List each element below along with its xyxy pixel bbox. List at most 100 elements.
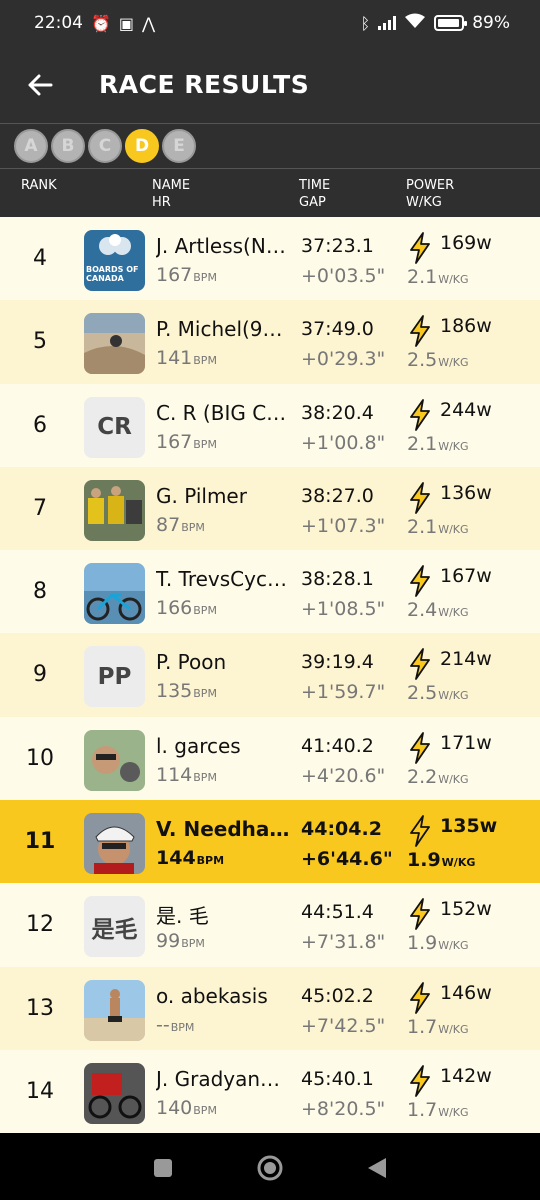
result-row[interactable]: 8 T. TrevsCyc… 166BPM 38:28.1 +1'08.5" 1…: [0, 550, 540, 634]
wkg-unit: W/KG: [438, 1022, 469, 1036]
category-e-chip[interactable]: E: [162, 129, 196, 163]
result-row-current-user[interactable]: 11 V. Needha… 144BPM 44:04.2 +6'44.6" 13…: [0, 800, 540, 884]
rank-number: 12: [26, 912, 54, 938]
back-button[interactable]: [0, 46, 80, 123]
time-gap: +1'07.3": [301, 514, 386, 537]
power-to-weight: 2.5W/KG: [407, 682, 469, 704]
heart-rate-value: 99: [156, 930, 181, 953]
time-header[interactable]: TIME GAP: [299, 177, 330, 211]
avatar-initials-badge[interactable]: 是毛: [84, 896, 145, 958]
rank-number: 14: [26, 1078, 54, 1104]
dirt-track-photo[interactable]: [84, 313, 145, 375]
rider-name[interactable]: 是. 毛: [156, 900, 292, 929]
avg-power: 169w: [440, 232, 492, 254]
wkg-value: 1.7: [407, 1015, 438, 1038]
result-row[interactable]: 4 BOARDS OF CANADA J. Artless(N… 167BPM …: [0, 217, 540, 301]
triangle-back-icon: [367, 1157, 386, 1178]
avatar-initials-badge[interactable]: PP: [84, 646, 145, 708]
time-gap: +7'42.5": [301, 1014, 386, 1037]
heart-rate: --BPM: [156, 1014, 194, 1036]
results-list[interactable]: 4 BOARDS OF CANADA J. Artless(N… 167BPM …: [0, 217, 540, 1135]
rank-number: 5: [33, 329, 47, 355]
power-to-weight: 1.9W/KG: [407, 849, 475, 871]
rank-header[interactable]: RANK: [21, 177, 57, 194]
category-c-chip[interactable]: C: [88, 129, 122, 163]
heart-rate: 167BPM: [156, 431, 217, 453]
rider-name[interactable]: P. Michel(9…: [156, 317, 292, 341]
heart-rate-value: 135: [156, 680, 193, 703]
result-row[interactable]: 9 PP P. Poon 135BPM 39:19.4 +1'59.7" 214…: [0, 633, 540, 717]
lightning-bolt-icon: [407, 315, 433, 348]
beach-photo[interactable]: [84, 979, 145, 1041]
wkg-value: 2.5: [407, 349, 438, 372]
category-b-chip[interactable]: B: [51, 129, 85, 163]
rider-name[interactable]: J. Gradyan…: [156, 1067, 292, 1091]
result-row[interactable]: 12 是毛 是. 毛 99BPM 44:51.4 +7'31.8" 152w 1…: [0, 883, 540, 967]
rider-name[interactable]: J. Artless(N…: [156, 234, 292, 258]
category-a-chip[interactable]: A: [14, 129, 48, 163]
bpm-unit: BPM: [193, 770, 217, 784]
result-row[interactable]: 5 P. Michel(9… 141BPM 37:49.0 +0'29.3" 1…: [0, 300, 540, 384]
time-gap: +1'08.5": [301, 598, 386, 621]
power-to-weight: 1.7W/KG: [407, 1016, 469, 1038]
rider-name[interactable]: o. abekasis: [156, 984, 292, 1008]
heart-rate-value: 114: [156, 763, 193, 786]
lightning-bolt-icon: [407, 565, 433, 598]
result-row[interactable]: 14 J. Gradyan… 140BPM 45:40.1 +8'20.5" 1…: [0, 1049, 540, 1134]
bpm-unit: BPM: [181, 520, 205, 534]
result-row[interactable]: 6 CR C. R (BIG C… 167BPM 38:20.4 +1'00.8…: [0, 383, 540, 467]
power-to-weight: 2.1W/KG: [407, 433, 469, 455]
bpm-unit: BPM: [193, 271, 217, 284]
heart-rate: 87BPM: [156, 514, 205, 536]
name-header[interactable]: NAME HR: [152, 177, 190, 211]
selfie-photo[interactable]: [84, 729, 145, 791]
lightning-bolt-icon: [407, 648, 433, 681]
heart-rate: 135BPM: [156, 680, 217, 702]
rider-name[interactable]: T. TrevsCyc…: [156, 567, 292, 591]
wkg-unit: W/KG: [438, 772, 469, 786]
home-button[interactable]: [250, 1148, 290, 1188]
rank-number: 6: [33, 412, 47, 438]
power-to-weight: 2.2W/KG: [407, 766, 469, 788]
lightning-bolt-icon: [407, 398, 433, 431]
wkg-unit: W/KG: [438, 356, 469, 370]
boards-of-canada-photo[interactable]: BOARDS OF CANADA: [84, 230, 145, 291]
rider-name[interactable]: l. garces: [156, 734, 292, 758]
back-nav-button[interactable]: [357, 1148, 397, 1188]
cyclists-group-photo[interactable]: [84, 479, 145, 541]
cycling-red-photo[interactable]: [84, 1062, 145, 1124]
heart-rate: 114BPM: [156, 764, 217, 786]
wkg-unit: W/KG: [438, 522, 469, 536]
power-header[interactable]: POWER W/KG: [406, 177, 454, 211]
bpm-unit: BPM: [193, 604, 217, 618]
helmet-selfie-photo[interactable]: [84, 813, 145, 875]
result-row[interactable]: 13 o. abekasis --BPM 45:02.2 +7'42.5" 14…: [0, 966, 540, 1050]
rider-name[interactable]: G. Pilmer: [156, 484, 292, 508]
notification-icon: ▣: [118, 13, 135, 33]
avg-power: 214w: [440, 648, 492, 671]
time-gap: +7'31.8": [301, 931, 386, 954]
lightning-bolt-icon: [407, 731, 433, 764]
lightning-bolt-icon: [407, 481, 433, 514]
result-row[interactable]: 7 G. Pilmer 87BPM 38:27.0 +1'07.3" 136w …: [0, 466, 540, 551]
rider-name[interactable]: P. Poon: [156, 650, 292, 674]
signal-icon: [378, 16, 397, 30]
finish-time: 39:19.4: [301, 651, 374, 674]
bpm-unit: BPM: [193, 437, 217, 451]
app-bar: RACE RESULTS: [0, 46, 540, 123]
bike-lake-photo[interactable]: [84, 563, 145, 625]
rider-name[interactable]: C. R (BIG C…: [156, 401, 292, 425]
recents-button[interactable]: [143, 1148, 183, 1188]
category-d-chip[interactable]: D: [125, 129, 159, 163]
time-gap: +6'44.6": [301, 848, 393, 871]
wkg-value: 1.9: [407, 932, 438, 955]
wkg-value: 1.7: [407, 1098, 438, 1121]
avatar-initials: CR: [97, 414, 132, 441]
alarm-icon: ⏰: [91, 13, 111, 33]
wkg-value: 2.2: [407, 765, 438, 788]
avg-power: 167w: [440, 565, 492, 588]
rider-name[interactable]: V. Needha…: [156, 817, 292, 841]
result-row[interactable]: 10 l. garces 114BPM 41:40.2 +4'20.6" 171…: [0, 716, 540, 801]
wkg-value: 2.4: [407, 599, 438, 622]
avatar-initials-badge[interactable]: CR: [84, 396, 145, 458]
